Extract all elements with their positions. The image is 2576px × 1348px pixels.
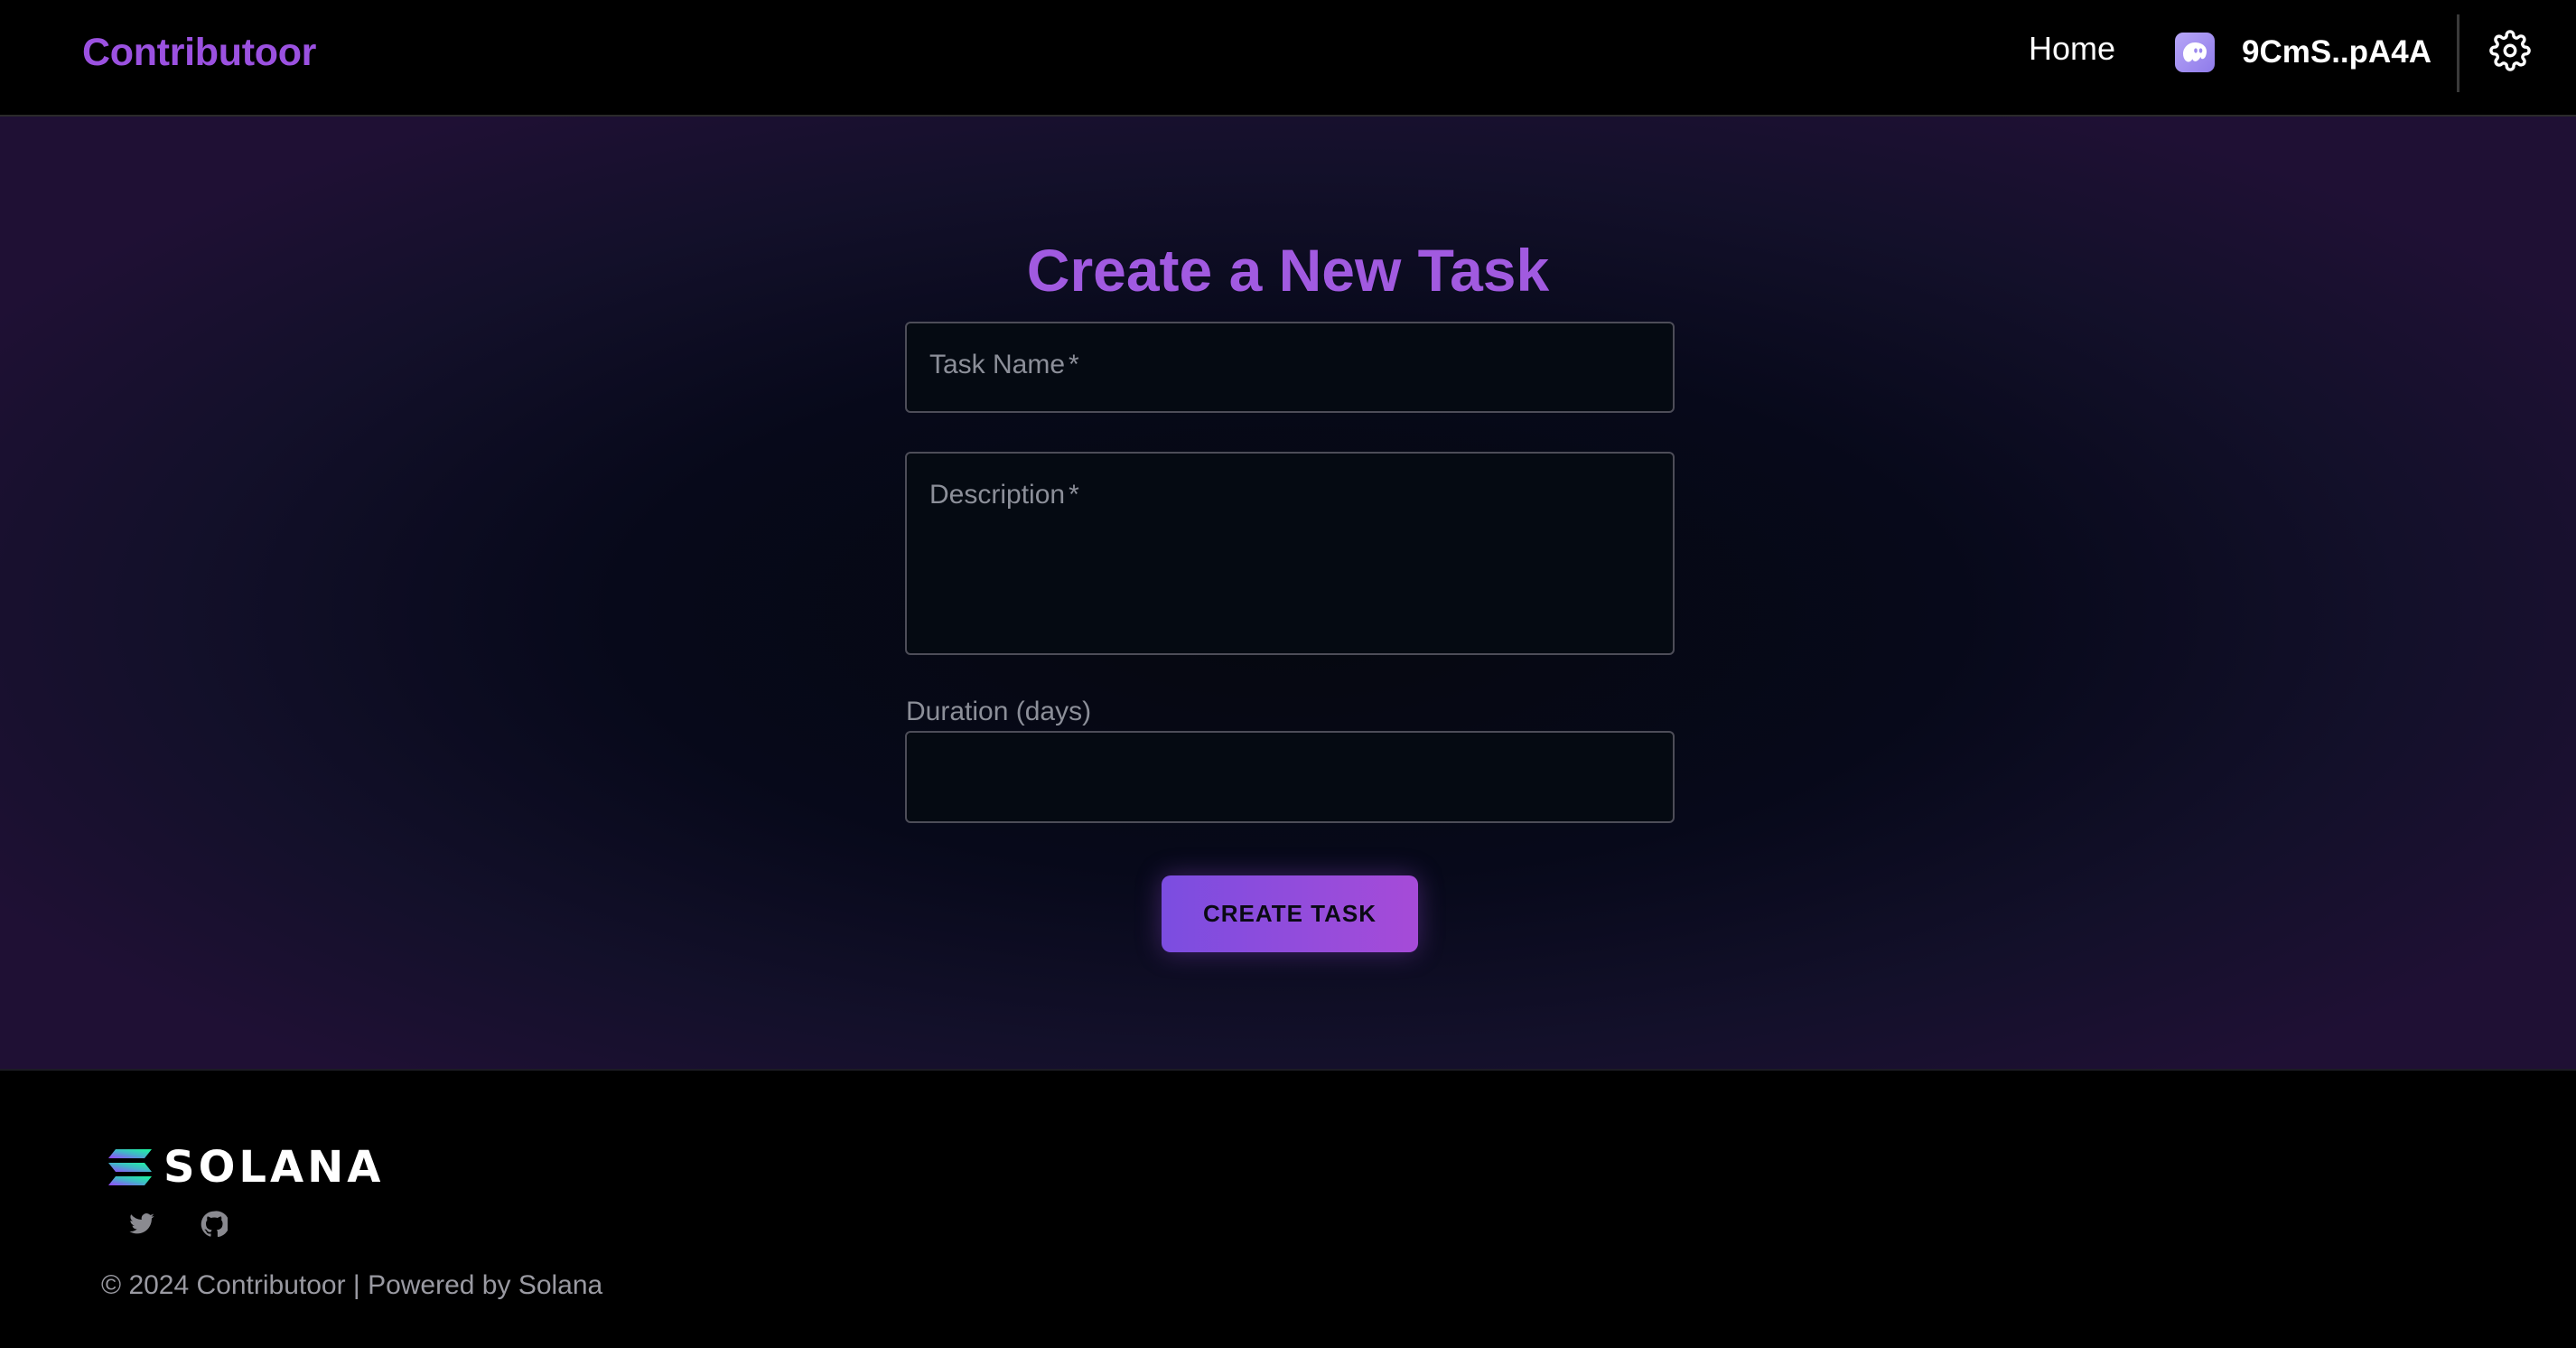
create-task-button[interactable]: CREATE TASK [1162, 875, 1418, 952]
solana-wordmark: SOLANA [163, 1142, 385, 1193]
nav-home-link[interactable]: Home [2029, 29, 2115, 69]
solana-mark-icon [108, 1149, 152, 1185]
gear-icon[interactable] [2489, 30, 2531, 71]
wallet-button[interactable]: 9CmS..pA4A [2175, 31, 2431, 74]
description-placeholder: Description * [929, 480, 1079, 510]
duration-input[interactable] [905, 731, 1675, 823]
github-icon[interactable] [201, 1211, 231, 1241]
page: Contributoor Home 9CmS..pA4A Create a Ne… [0, 0, 2576, 1348]
wallet-address: 9CmS..pA4A [2242, 34, 2432, 70]
copyright-text: © 2024 Contributoor | Powered by Solana [101, 1270, 603, 1300]
header-divider [2457, 14, 2459, 92]
task-name-placeholder: Task Name * [929, 350, 1079, 379]
task-name-input[interactable]: Task Name * [905, 322, 1675, 413]
duration-label: Duration (days) [906, 697, 1092, 726]
brand-logo-link[interactable]: Contributoor [82, 29, 316, 76]
description-textarea[interactable]: Description * [905, 452, 1675, 655]
top-navbar: Contributoor Home 9CmS..pA4A [0, 0, 2576, 117]
twitter-icon[interactable] [128, 1211, 159, 1241]
footer: SOLANA © 2024 Contributoor | Powered by … [0, 1072, 2576, 1348]
create-task-section: Create a New Task Task Name * Description… [0, 117, 2576, 1071]
solana-logo[interactable]: SOLANA [107, 1142, 385, 1193]
phantom-ghost-icon [2175, 33, 2215, 72]
page-title: Create a New Task [1026, 237, 1550, 304]
